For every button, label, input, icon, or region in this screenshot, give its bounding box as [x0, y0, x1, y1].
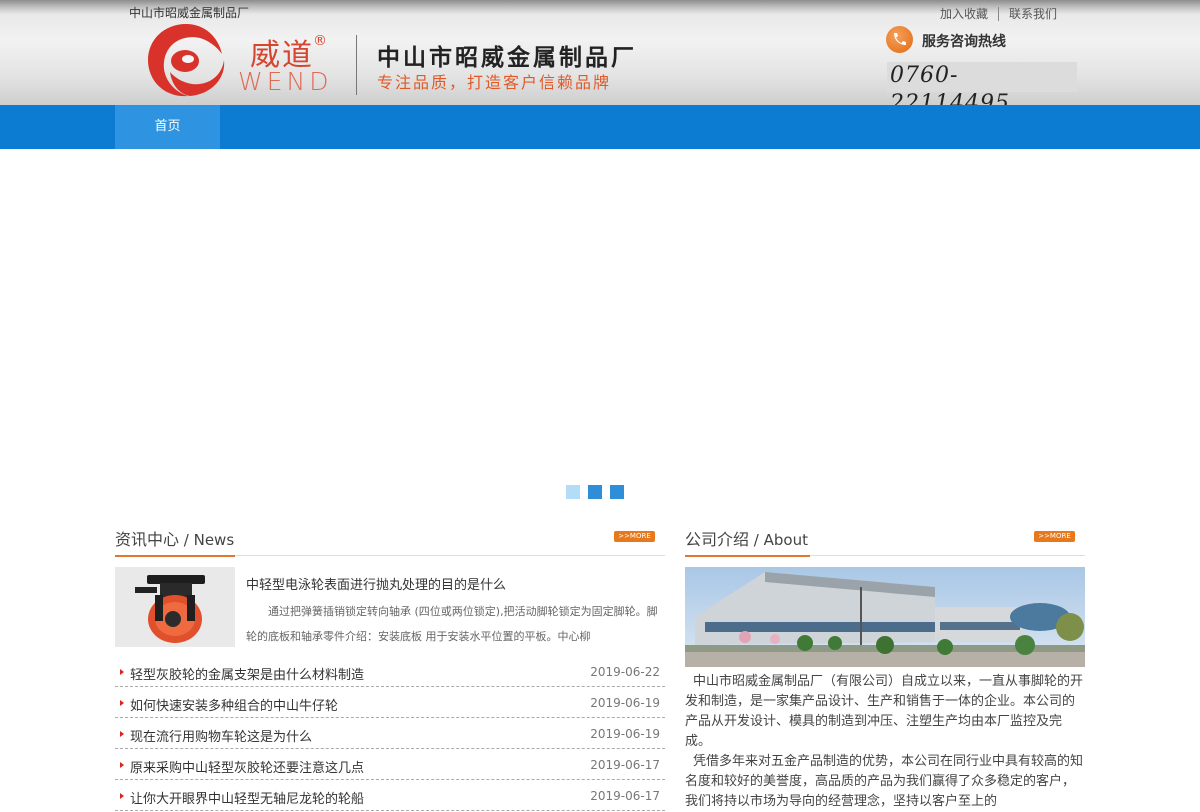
news-item-title[interactable]: 轻型灰胶轮的金属支架是由什么材料制造: [130, 664, 364, 683]
featured-news-image[interactable]: [115, 567, 235, 647]
news-item-date: 2019-06-17: [590, 789, 660, 803]
news-item-title[interactable]: 让你大开眼界中山轻型无轴尼龙轮的轮船: [130, 788, 364, 807]
contact-us-link[interactable]: 联系我们: [1009, 5, 1057, 22]
news-title-underline: [115, 555, 235, 557]
bullet-icon: [120, 669, 124, 675]
caster-wheel-icon: [115, 567, 235, 647]
wend-logo-icon[interactable]: [144, 20, 228, 100]
news-title-en: / News: [179, 531, 235, 549]
news-item[interactable]: 现在流行用购物车轮这是为什么 2019-06-19: [115, 718, 665, 749]
about-paragraph: 中山市昭威金属制品厂（有限公司）自成立以来，一直从事脚轮的开发和制造，是一家集产…: [685, 674, 1084, 749]
header-divider: [356, 35, 357, 95]
site-name: 中山市昭威金属制品厂: [129, 6, 250, 20]
news-title-cn: 资讯中心: [115, 530, 180, 549]
registered-mark: ®: [313, 33, 327, 49]
factory-image[interactable]: [685, 567, 1085, 667]
main-nav: 首页: [0, 105, 1200, 149]
banner-slider: [0, 149, 1200, 509]
news-item[interactable]: 原来采购中山轻型灰胶轮还要注意这几点 2019-06-17: [115, 749, 665, 780]
about-section-header: 公司介绍 / About: [685, 526, 1085, 557]
news-item-title[interactable]: 原来采购中山轻型灰胶轮还要注意这几点: [130, 757, 364, 776]
news-item[interactable]: 如何快速安装多种组合的中山牛仔轮 2019-06-19: [115, 687, 665, 718]
phone-icon: [886, 26, 913, 53]
about-more-button[interactable]: >>MORE: [1034, 531, 1075, 542]
news-section-header: 资讯中心 / News: [115, 526, 665, 557]
news-item-title[interactable]: 现在流行用购物车轮这是为什么: [130, 726, 312, 745]
bullet-icon: [120, 793, 124, 799]
bullet-icon: [120, 731, 124, 737]
about-paragraph: 凭借多年来对五金产品制造的优势，本公司在同行业中具有较高的知名度和较好的美誉度，…: [685, 754, 1084, 809]
about-title-cn: 公司介绍: [685, 530, 750, 549]
news-item-date: 2019-06-19: [590, 696, 660, 710]
hotline-number: 0760-22114495: [887, 62, 1077, 116]
bullet-icon: [120, 762, 124, 768]
featured-news-title[interactable]: 中轻型电泳轮表面进行抛丸处理的目的是什么: [246, 574, 506, 593]
slider-dot-2[interactable]: [588, 485, 602, 499]
news-item[interactable]: 轻型灰胶轮的金属支架是由什么材料制造 2019-06-22: [115, 656, 665, 687]
site-header: 中山市昭威金属制品厂 加入收藏 联系我们 威道 ® WEND 中山市昭威金属制品…: [0, 0, 1200, 116]
brand-name-en: WEND: [238, 67, 333, 96]
factory-building-icon: [685, 567, 1085, 667]
hotline-label: 服务咨询热线: [922, 34, 1006, 50]
news-item-title[interactable]: 如何快速安装多种组合的中山牛仔轮: [130, 695, 338, 714]
about-title-underline: [685, 555, 810, 557]
slider-dot-3[interactable]: [610, 485, 624, 499]
bullet-icon: [120, 700, 124, 706]
news-item-date: 2019-06-22: [590, 665, 660, 679]
news-item[interactable]: 让你大开眼界中山轻型无轴尼龙轮的轮船 2019-06-17: [115, 780, 665, 811]
about-title-en: / About: [749, 531, 808, 549]
news-item-date: 2019-06-17: [590, 758, 660, 772]
about-text: 中山市昭威金属制品厂（有限公司）自成立以来，一直从事脚轮的开发和制造，是一家集产…: [685, 672, 1085, 812]
news-more-button[interactable]: >>MORE: [614, 531, 655, 542]
top-links: 加入收藏 联系我们: [940, 5, 1057, 22]
nav-item-home[interactable]: 首页: [115, 105, 220, 149]
news-list: 轻型灰胶轮的金属支架是由什么材料制造 2019-06-22 如何快速安装多种组合…: [115, 656, 665, 811]
news-item-date: 2019-06-19: [590, 727, 660, 741]
top-links-divider: [998, 6, 1000, 21]
slider-dot-1[interactable]: [566, 485, 580, 499]
company-slogan: 专注品质，打造客户信赖品牌: [377, 73, 612, 92]
featured-news-desc: 通过把弹簧插销锁定转向轴承 (四位或两位锁定),把活动脚轮锁定为固定脚轮。脚轮的…: [246, 605, 658, 643]
company-title: 中山市昭威金属制品厂: [377, 45, 637, 71]
add-favorite-link[interactable]: 加入收藏: [940, 5, 988, 22]
